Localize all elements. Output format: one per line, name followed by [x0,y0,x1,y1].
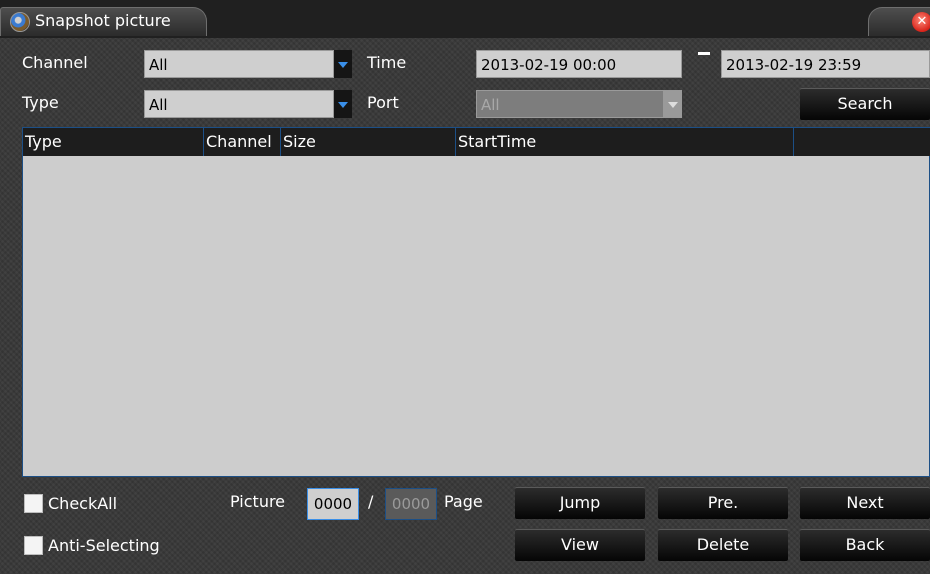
anti-selecting-label: Anti-Selecting [48,536,160,555]
check-all-label: CheckAll [48,494,118,513]
channel-select[interactable]: All [144,50,334,78]
type-dropdown-arrow-icon[interactable] [334,90,352,118]
close-icon[interactable]: ✕ [912,12,930,32]
time-start-input[interactable]: 2013-02-19 00:00 [476,50,682,78]
check-all-checkbox[interactable] [24,494,43,513]
snapshot-table[interactable] [22,127,930,477]
type-label: Type [22,93,59,112]
search-button[interactable]: Search [800,88,930,120]
column-header-extra [793,128,930,156]
time-label: Time [367,53,407,72]
camera-icon [10,12,30,32]
column-header-channel: Channel [203,128,280,156]
time-end-input[interactable]: 2013-02-19 23:59 [721,50,930,78]
view-button[interactable]: View [515,529,645,561]
previous-button[interactable]: Pre. [658,487,788,519]
page-label: Page [444,492,483,511]
page-separator: / [368,492,374,511]
type-select[interactable]: All [144,90,334,118]
channel-dropdown-arrow-icon[interactable] [334,50,352,78]
column-header-type: Type [25,132,62,151]
delete-button[interactable]: Delete [658,529,788,561]
column-header-starttime: StartTime [455,128,793,156]
current-page-input[interactable]: 0000 [307,488,359,520]
port-select: All [476,90,664,118]
window-title: Snapshot picture [35,11,171,30]
anti-selecting-checkbox[interactable] [24,536,43,555]
total-pages-field: 0000 [385,488,437,520]
picture-label: Picture [230,492,286,511]
channel-label: Channel [22,53,88,72]
back-button[interactable]: Back [800,529,930,561]
next-button[interactable]: Next [800,487,930,519]
time-range-dash [698,52,710,55]
column-header-size: Size [280,128,455,156]
port-label: Port [367,93,399,112]
jump-button[interactable]: Jump [515,487,645,519]
port-dropdown-arrow-icon [664,90,682,118]
